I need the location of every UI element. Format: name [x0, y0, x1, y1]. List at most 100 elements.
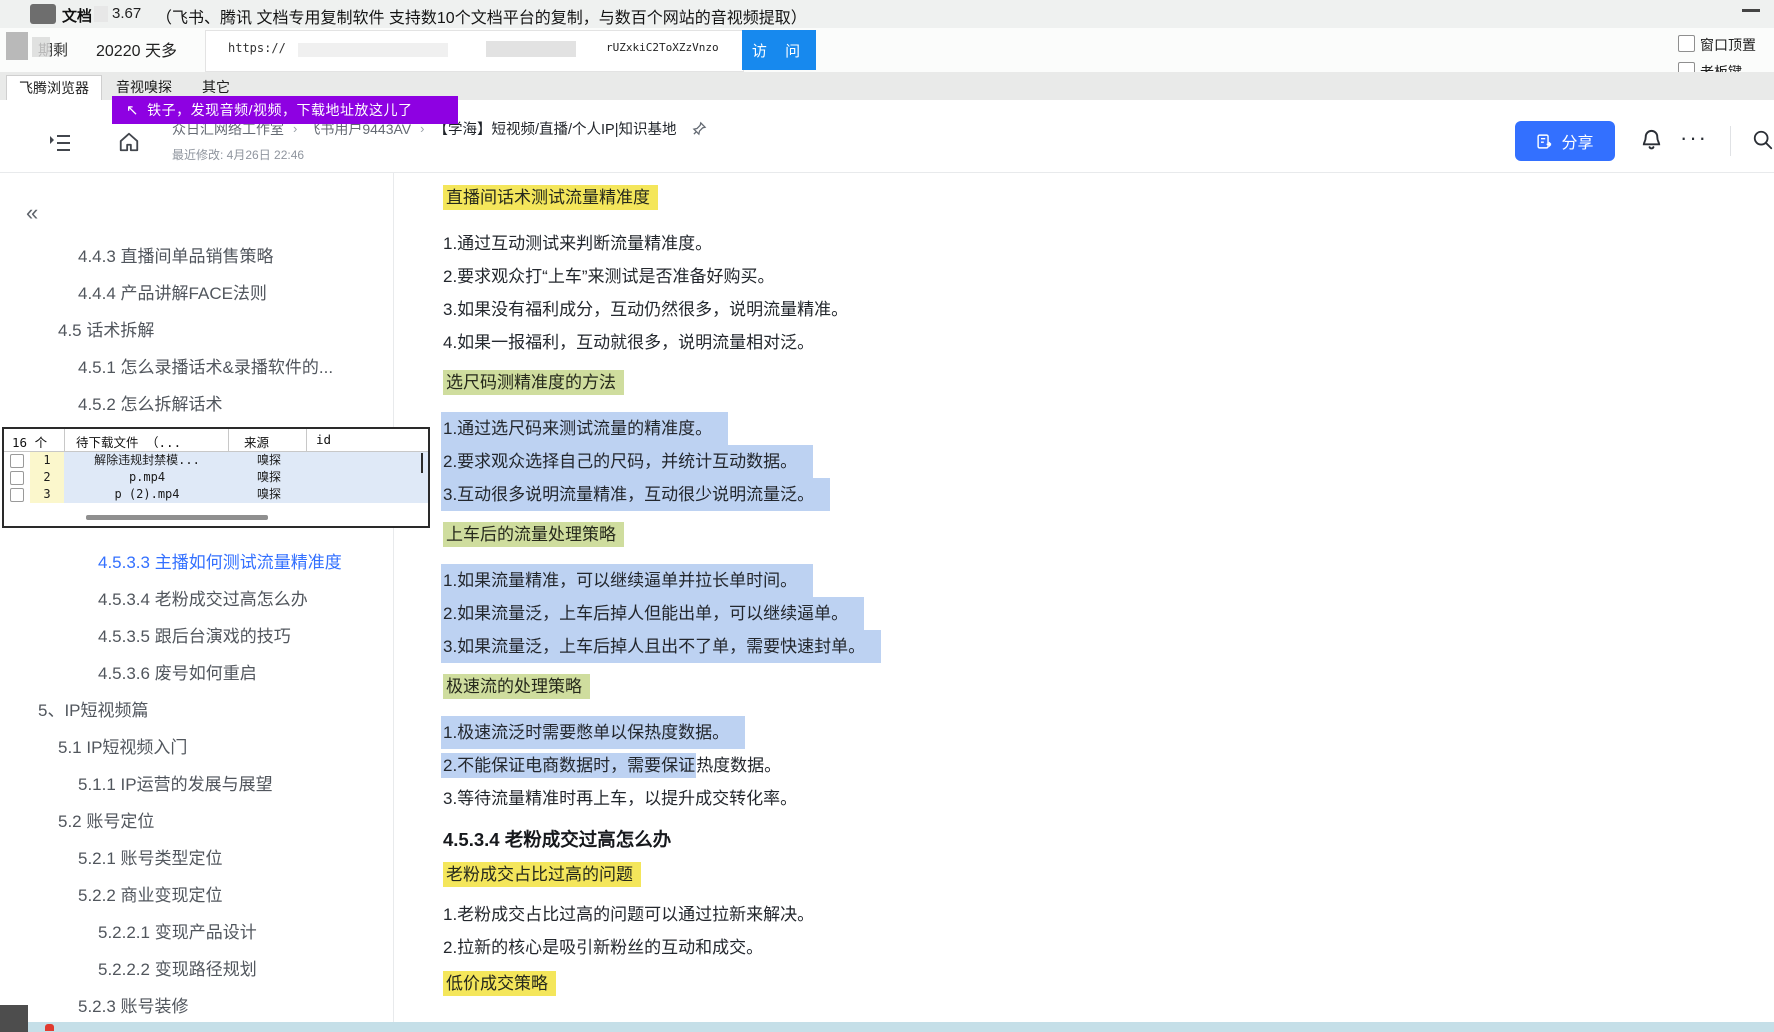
search-icon[interactable] [1752, 129, 1774, 151]
sidebar-toc-item[interactable]: 4.4.3 直播间单品销售策略 [0, 238, 389, 275]
sniffer-tooltip-text: 铁子，发现音频/视频，下载地址放这儿了 [147, 100, 412, 120]
sidebar-toc-item[interactable]: 5.2.2.2 变现路径规划 [0, 951, 389, 988]
content-subheading: 4.5.3.4 老粉成交过高怎么办 [443, 825, 1403, 855]
sidebar-toc-item[interactable]: 4.5.3.5 跟后台演戏的技巧 [0, 618, 389, 655]
sniffer-tooltip[interactable]: ↖ 铁子，发现音频/视频，下载地址放这儿了 [112, 96, 458, 124]
blur-redaction [6, 32, 28, 60]
row-filename: p (2).mp4 [64, 486, 230, 503]
row-filename: p.mp4 [64, 469, 230, 486]
content-paragraph: 3.等待流量精准时再上车，以提升成交转化率。 [443, 782, 1403, 815]
tool-tab[interactable]: 飞腾浏览器 [6, 75, 102, 102]
sidebar-toc-item[interactable]: 5.2 账号定位 [0, 803, 389, 840]
sidebar-toc-item[interactable]: 5、IP短视频篇 [0, 692, 389, 729]
content-heading: 极速流的处理策略 [443, 673, 1403, 700]
content-paragraph: 1.通过互动测试来判断流量精准度。 [443, 227, 1403, 260]
green-highlight: 选尺码测精准度的方法 [443, 370, 624, 395]
content-paragraph-selected: 1.极速流泛时需要憋单以保热度数据。 [441, 716, 745, 749]
row-source: 嗅探 [230, 452, 308, 469]
pin-icon[interactable] [692, 121, 707, 136]
download-list-panel[interactable]: 16 个 待下载文件 （... 来源 id 1解除违规封禁模...嗅探2p.mp… [2, 427, 430, 528]
taskbar-strip [0, 1022, 1774, 1032]
content-heading: 上车后的流量处理策略 [443, 521, 1403, 548]
share-label: 分享 [1561, 129, 1593, 153]
sidebar-toc-item[interactable]: 5.2.1 账号类型定位 [0, 840, 389, 877]
window-on-top-label: 窗口顶置 [1700, 35, 1756, 55]
row-id [308, 486, 428, 503]
more-menu-icon[interactable]: ··· [1680, 126, 1708, 150]
download-count: 16 个 [12, 432, 47, 451]
horizontal-scrollbar[interactable] [86, 515, 268, 520]
text-caret [421, 453, 423, 473]
taskbar-corner-box [0, 1005, 28, 1032]
window-on-top-checkbox[interactable] [1678, 35, 1695, 52]
content-heading: 选尺码测精准度的方法 [443, 369, 1403, 396]
column-file: 待下载文件 （... [76, 432, 181, 451]
unselected-text: 热度数据。 [696, 756, 781, 775]
url-input[interactable]: https:// rUZxkiC2ToXZzVnzo [205, 30, 744, 72]
content-paragraph: 2.拉新的核心是吸引新粉丝的互动和成交。 [443, 931, 1403, 964]
content-paragraph: 3.如果没有福利成分，互动仍然很多，说明流量精准。 [443, 293, 1403, 326]
green-highlight: 极速流的处理策略 [443, 674, 590, 699]
sidebar-toc-item[interactable]: 4.4.4 产品讲解FACE法则 [0, 275, 389, 312]
toc-list: 4.4.3 直播间单品销售策略4.4.4 产品讲解FACE法则4.5 话术拆解4… [0, 238, 389, 1025]
blur-redaction [32, 37, 50, 57]
download-row[interactable]: 1解除违规封禁模...嗅探 [4, 452, 428, 469]
outline-sidebar: « 4.4.3 直播间单品销售策略4.4.4 产品讲解FACE法则4.5 话术拆… [0, 172, 394, 1022]
download-rows: 1解除违规封禁模...嗅探2p.mp4嗅探3p (2).mp4嗅探 [4, 452, 428, 503]
sidebar-toc-item[interactable]: 4.5.3.4 老粉成交过高怎么办 [0, 581, 389, 618]
sidebar-toc-item[interactable]: 4.5.2 怎么拆解话术 [0, 386, 389, 423]
row-checkbox[interactable] [4, 452, 30, 469]
sidebar-toc-item[interactable]: 4.5 话术拆解 [0, 312, 389, 349]
row-checkbox[interactable] [4, 469, 30, 486]
sidebar-toc-item[interactable]: 5.2.2 商业变现定位 [0, 877, 389, 914]
tool-tagline: （飞书、腾讯 文档专用复制软件 支持数10个文档平台的复制，与数百个网站的音视频… [156, 4, 807, 28]
home-icon[interactable] [118, 131, 140, 153]
row-filename: 解除违规封禁模... [64, 452, 230, 469]
sidebar-toc-item[interactable]: 4.5.1 怎么录播话术&录播软件的... [0, 349, 389, 386]
notifications-bell-icon[interactable] [1640, 128, 1663, 151]
collapse-sidebar-icon[interactable]: « [26, 202, 38, 224]
sidebar-toc-item[interactable]: 5.2.2.1 变现产品设计 [0, 914, 389, 951]
row-id [308, 469, 428, 486]
download-list-header: 16 个 待下载文件 （... 来源 id [4, 429, 428, 452]
sidebar-toc-item[interactable]: 4.5.3.3 主播如何测试流量精准度 [0, 544, 389, 581]
selected-text: 2.不能保证电商数据时，需要保证 [441, 753, 696, 778]
column-source: 来源 [244, 432, 269, 451]
share-button[interactable]: 分享 [1515, 121, 1615, 161]
tool-version: 3.67 [112, 5, 141, 22]
content-heading: 低价成交策略 [443, 970, 1403, 997]
row-number: 3 [30, 486, 64, 503]
row-source: 嗅探 [230, 486, 308, 503]
yellow-highlight: 低价成交策略 [443, 971, 556, 996]
blur-redaction [30, 4, 56, 24]
visit-button[interactable]: 访 问 [742, 30, 816, 70]
doc-content[interactable]: 直播间话术测试流量精准度1.通过互动测试来判断流量精准度。2.要求观众打“上车”… [443, 172, 1403, 1007]
url-token: rUZxkiC2ToXZzVnzo [606, 41, 719, 54]
content-paragraph-partial-selected: 2.不能保证电商数据时，需要保证热度数据。 [443, 749, 1403, 782]
row-checkbox[interactable] [4, 486, 30, 503]
download-row[interactable]: 2p.mp4嗅探 [4, 469, 428, 486]
sidebar-toc-item[interactable]: 4.5.3.6 废号如何重启 [0, 655, 389, 692]
taskbar-app-badge [45, 1024, 54, 1031]
tool-window-controls: 期剩 20220 天多 https:// rUZxkiC2ToXZzVnzo 访… [0, 28, 1774, 72]
content-paragraph-selected: 3.如果流量泛，上车后掉人且出不了单，需要快速封单。 [441, 630, 881, 663]
url-prefix: https:// [228, 41, 286, 55]
page-title: 【学海】短视频/直播/个人IP|知识基地 [433, 118, 676, 139]
sidebar-toc-item[interactable]: 5.1 IP短视频入门 [0, 729, 389, 766]
blur-redaction [298, 43, 448, 57]
download-row[interactable]: 3p (2).mp4嗅探 [4, 486, 428, 503]
blur-redaction [94, 6, 108, 22]
content-paragraph-selected: 1.如果流量精准，可以继续逼单并拉长单时间。 [441, 564, 813, 597]
sidebar-toggle-icon[interactable] [48, 132, 72, 154]
blur-redaction [486, 41, 576, 57]
minimize-icon[interactable] [1742, 9, 1760, 12]
content-heading: 直播间话术测试流量精准度 [443, 184, 1403, 211]
row-source: 嗅探 [230, 469, 308, 486]
column-id: id [316, 432, 331, 447]
content-paragraph: 1.老粉成交占比过高的问题可以通过拉新来解决。 [443, 898, 1403, 931]
yellow-highlight: 老粉成交占比过高的问题 [443, 862, 641, 887]
sidebar-toc-item[interactable]: 5.1.1 IP运营的发展与展望 [0, 766, 389, 803]
sidebar-toc-item[interactable]: 5.2.3 账号装修 [0, 988, 389, 1025]
tool-doc-label: 文档 [62, 5, 92, 26]
content-heading: 老粉成交占比过高的问题 [443, 861, 1403, 888]
